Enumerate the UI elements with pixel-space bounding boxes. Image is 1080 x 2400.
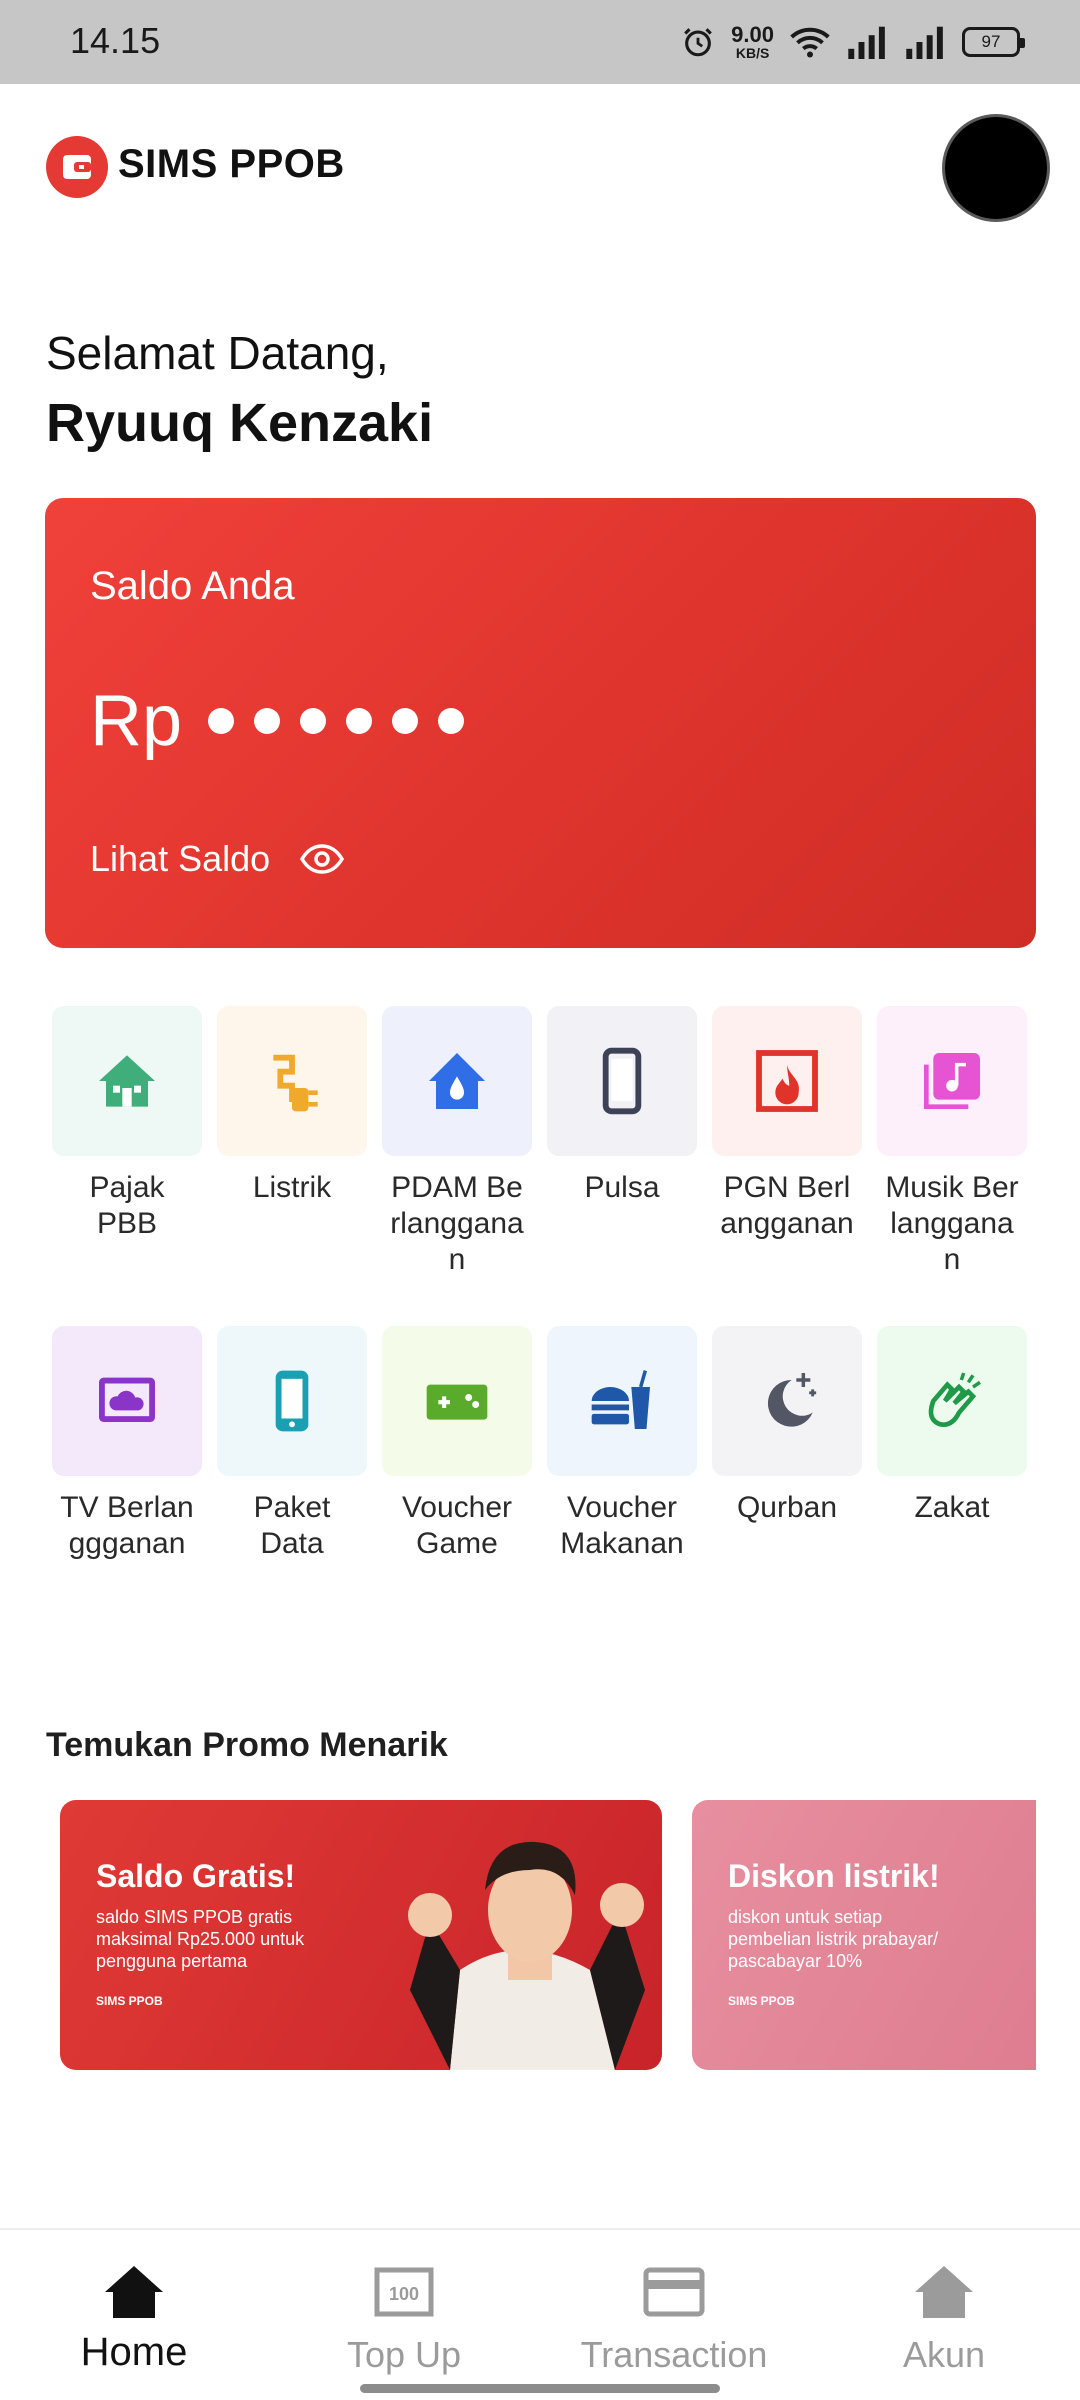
gamepad-icon bbox=[426, 1384, 488, 1420]
service-label: Pulsa bbox=[584, 1171, 660, 1204]
greeting-text: Selamat Datang, bbox=[46, 327, 389, 379]
service-tile bbox=[382, 1326, 532, 1476]
signal-icon bbox=[906, 26, 943, 59]
balance-currency: Rp bbox=[90, 681, 183, 761]
promo-body: diskon untuk setiap pembelian listrik pr… bbox=[728, 1907, 939, 1971]
avatar[interactable] bbox=[942, 114, 1050, 222]
service-tile bbox=[382, 1006, 532, 1156]
money-icon: 100 bbox=[374, 2267, 434, 2317]
service-tile bbox=[712, 1006, 862, 1156]
eye-icon bbox=[300, 844, 345, 874]
wallet-logo-icon bbox=[46, 136, 108, 198]
service-tile bbox=[712, 1326, 862, 1476]
service-label: Voucher Makanan bbox=[560, 1491, 684, 1560]
water-drop-house-icon bbox=[429, 1053, 485, 1109]
service-item[interactable]: TV Berlan ggganan bbox=[52, 1326, 202, 1562]
status-time: 14.15 bbox=[70, 20, 161, 61]
service-label: Listrik bbox=[252, 1171, 332, 1204]
user-name: Ryuuq Kenzaki bbox=[46, 393, 434, 453]
service-tile bbox=[547, 1006, 697, 1156]
gas-flame-icon bbox=[756, 1050, 818, 1112]
promo-carousel[interactable]: Saldo Gratis! saldo SIMS PPOB gratis mak… bbox=[60, 1800, 1036, 2070]
service-item[interactable]: Zakat bbox=[877, 1326, 1027, 1562]
service-item[interactable]: Qurban bbox=[712, 1326, 862, 1562]
service-label: TV Berlan ggganan bbox=[60, 1491, 194, 1560]
card-icon bbox=[643, 2267, 705, 2317]
nav-topup-label: Top Up bbox=[346, 2334, 462, 2375]
balance-hidden-dots bbox=[208, 708, 465, 734]
service-item[interactable]: Listrik bbox=[217, 1006, 367, 1278]
wifi-icon bbox=[790, 27, 830, 58]
burger-drink-icon bbox=[591, 1370, 650, 1429]
service-tile bbox=[877, 1326, 1027, 1476]
service-item[interactable]: Paket Data bbox=[217, 1326, 367, 1562]
battery-icon: 97 bbox=[962, 27, 1025, 57]
tv-cloud-icon bbox=[99, 1377, 155, 1422]
promo-brand: SIMS PPOB bbox=[728, 1994, 795, 2008]
moon-star-icon bbox=[767, 1373, 817, 1427]
nav-account-label: Akun bbox=[902, 2334, 986, 2375]
services-grid: Pajak PBB Listrik PDAM Be rlanggana n Pulsa… bbox=[52, 1006, 1032, 1562]
service-tile bbox=[547, 1326, 697, 1476]
nav-topup[interactable]: 100 Top Up bbox=[304, 2264, 504, 2376]
service-item[interactable]: Pajak PBB bbox=[52, 1006, 202, 1278]
house-icon bbox=[99, 1055, 155, 1107]
promo-heading: Saldo Gratis! bbox=[96, 1858, 296, 1894]
service-label: PDAM Be rlanggana n bbox=[390, 1171, 524, 1276]
service-tile bbox=[52, 1006, 202, 1156]
service-label: PGN Berl angganan bbox=[720, 1171, 854, 1240]
service-label: Voucher Game bbox=[401, 1491, 513, 1560]
nav-transaction[interactable]: Transaction bbox=[574, 2264, 774, 2376]
signal-icon bbox=[848, 26, 885, 59]
service-item[interactable]: PDAM Be rlanggana n bbox=[382, 1006, 532, 1278]
view-balance-label: Lihat Saldo bbox=[90, 838, 271, 879]
music-icon bbox=[924, 1053, 980, 1109]
nav-transaction-label: Transaction bbox=[580, 2334, 768, 2375]
promo-section-title: Temukan Promo Menarik bbox=[46, 1726, 448, 1764]
nav-home[interactable]: Home bbox=[34, 2264, 234, 2375]
nav-account[interactable]: Akun bbox=[844, 2264, 1044, 2376]
mobile-data-icon bbox=[275, 1370, 309, 1432]
service-label: Musik Ber langgana n bbox=[885, 1171, 1019, 1276]
nav-home-label: Home bbox=[80, 2330, 188, 2374]
service-item[interactable]: Pulsa bbox=[547, 1006, 697, 1278]
service-tile bbox=[877, 1006, 1027, 1156]
plug-icon bbox=[273, 1054, 318, 1112]
promo-heading: Diskon listrik! bbox=[728, 1858, 940, 1894]
status-icons: 9.00 KB/S 97 bbox=[681, 18, 1025, 66]
service-label: Zakat bbox=[914, 1491, 990, 1524]
service-label: Pajak PBB bbox=[89, 1171, 165, 1240]
view-balance-button[interactable]: Lihat Saldo bbox=[90, 838, 345, 880]
brand-name: SIMS PPOB bbox=[118, 142, 345, 186]
account-home-icon bbox=[915, 2266, 973, 2318]
service-item[interactable]: Musik Ber langgana n bbox=[877, 1006, 1027, 1278]
balance-label: Saldo Anda bbox=[90, 564, 295, 608]
home-indicator[interactable] bbox=[360, 2384, 720, 2393]
promo-banner-diskon-listrik[interactable]: Diskon listrik! diskon untuk setiap pemb… bbox=[692, 1800, 1036, 2070]
clapping-hands-icon bbox=[928, 1372, 981, 1427]
service-item[interactable]: Voucher Makanan bbox=[547, 1326, 697, 1562]
service-tile bbox=[217, 1006, 367, 1156]
service-label: Qurban bbox=[736, 1491, 838, 1524]
network-speed: 9.00 KB/S bbox=[731, 22, 774, 61]
bottom-navigation: Home 100 Top Up Transaction Akun bbox=[0, 2228, 1080, 2400]
alarm-icon bbox=[684, 28, 713, 57]
status-bar: 14.15 9.00 KB/S 97 bbox=[0, 0, 1080, 84]
svg-text:100: 100 bbox=[389, 2284, 419, 2304]
home-icon bbox=[105, 2266, 163, 2318]
balance-amount: Rp bbox=[90, 680, 465, 762]
service-item[interactable]: Voucher Game bbox=[382, 1326, 532, 1562]
service-label: Paket Data bbox=[253, 1491, 331, 1560]
promo-person-illustration bbox=[408, 1841, 645, 2070]
service-tile bbox=[52, 1326, 202, 1476]
promo-banner-saldo-gratis[interactable]: Saldo Gratis! saldo SIMS PPOB gratis mak… bbox=[60, 1800, 662, 2070]
balance-card: Saldo Anda Rp Lihat Saldo bbox=[45, 498, 1036, 948]
promo-brand: SIMS PPOB bbox=[96, 1994, 163, 2008]
phone-icon bbox=[602, 1047, 642, 1115]
promo-body: saldo SIMS PPOB gratis maksimal Rp25.000… bbox=[96, 1907, 305, 1971]
service-item[interactable]: PGN Berl angganan bbox=[712, 1006, 862, 1278]
service-tile bbox=[217, 1326, 367, 1476]
